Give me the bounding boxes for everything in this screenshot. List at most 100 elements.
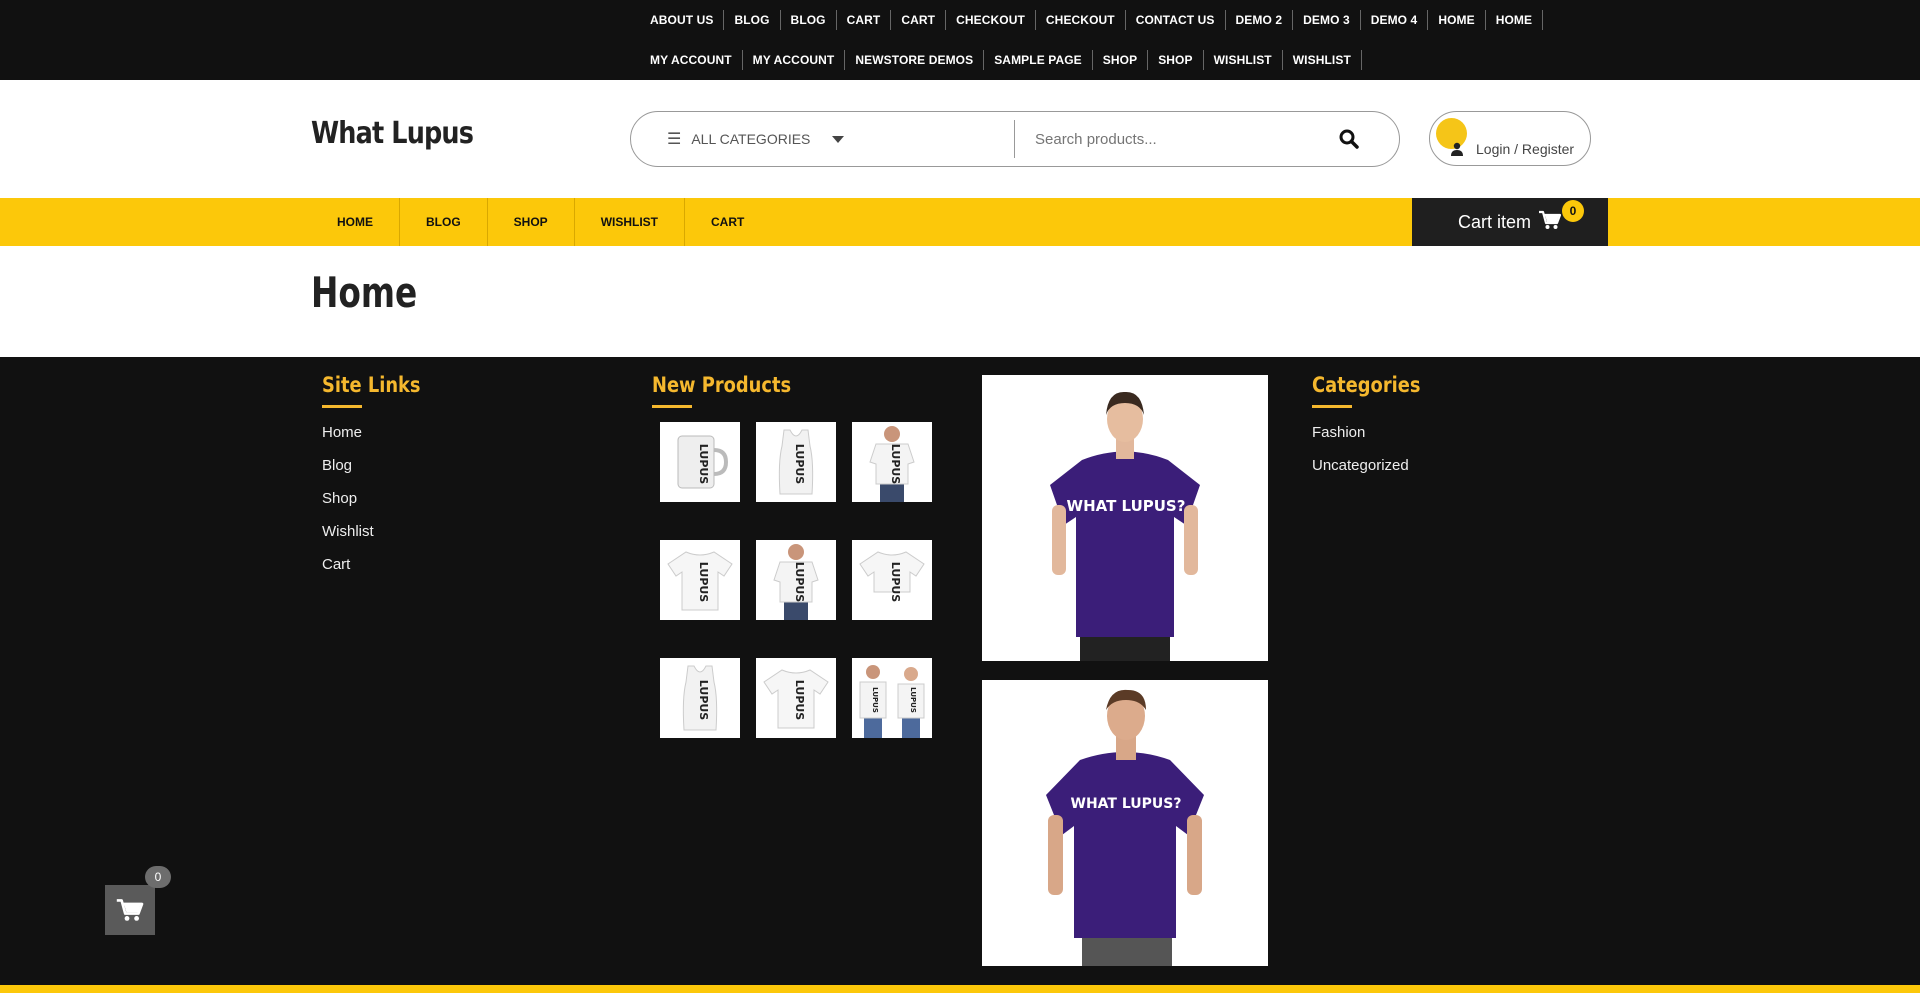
product-thumbnail[interactable]: LUPUS (756, 540, 836, 620)
top-menu-link[interactable]: DEMO 2 (1226, 10, 1294, 30)
heading-underline (322, 405, 362, 408)
category-select[interactable]: ☰ ALL CATEGORIES (631, 120, 1015, 158)
thumbnail-print-text: LUPUS (889, 562, 902, 603)
top-menu-link[interactable]: NEWSTORE DEMOS (845, 50, 985, 70)
heading-underline (652, 405, 692, 408)
top-menu-link[interactable]: ABOUT US (640, 10, 725, 30)
product-thumbnail[interactable]: LUPUS (756, 658, 836, 738)
main-menu-item: HOME (311, 198, 400, 246)
main-menu-link[interactable]: BLOG (400, 215, 487, 229)
product-thumbnail[interactable]: LUPUS (660, 540, 740, 620)
top-menu-link[interactable]: DEMO 4 (1361, 10, 1429, 30)
site-link-link[interactable]: Wishlist (322, 523, 374, 540)
category-link[interactable]: Fashion (1312, 424, 1365, 441)
top-menu-link[interactable]: HOME (1486, 10, 1544, 30)
category-link[interactable]: Uncategorized (1312, 457, 1409, 474)
featured-product-image-woman[interactable]: WHAT LUPUS? (982, 375, 1268, 661)
main-menu-item: WISHLIST (575, 198, 686, 246)
login-register-label: Login / Register (1476, 141, 1575, 157)
top-menu-link[interactable]: SAMPLE PAGE (984, 50, 1093, 70)
main-menu-item: BLOG (400, 198, 488, 246)
top-menu-link[interactable]: BLOG (724, 10, 781, 30)
site-link-link[interactable]: Shop (322, 490, 357, 507)
site-link-item: Wishlist (322, 523, 438, 556)
site-link-link[interactable]: Home (322, 424, 362, 441)
category-select-label: ALL CATEGORIES (691, 131, 811, 147)
product-thumbnail[interactable]: LUPUS (660, 658, 740, 738)
product-crop-image: LUPUS (859, 551, 925, 603)
new-products-heading: New Products (652, 373, 792, 397)
top-menu-item: SHOP (1093, 40, 1149, 80)
top-menu-link[interactable]: CART (891, 10, 947, 30)
cart-button[interactable]: Cart item 0 (1412, 198, 1608, 246)
site-link-link[interactable]: Blog (322, 457, 352, 474)
search-button[interactable] (1319, 119, 1379, 159)
top-menu-link[interactable]: SHOP (1148, 50, 1204, 70)
shopping-cart-icon (1539, 210, 1562, 229)
top-menu-link[interactable]: MY ACCOUNT (640, 50, 743, 70)
top-menu-item: BLOG (724, 0, 781, 40)
top-menu-link[interactable]: SHOP (1093, 50, 1149, 70)
site-logo[interactable]: What Lupus (311, 116, 474, 151)
product-tank-image: LUPUS (682, 665, 718, 731)
main-menu-link[interactable]: WISHLIST (575, 215, 684, 229)
top-menu-item: DEMO 3 (1293, 0, 1361, 40)
main-menu-link[interactable]: HOME (311, 215, 399, 229)
top-bar: ABOUT US BLOG BLOG CART CART CHECKOUT CHECKOUT… (0, 0, 1920, 80)
site-link-item: Cart (322, 556, 438, 589)
footer-site-links: Site Links Home Blog Shop Wishlist Cart (322, 373, 438, 589)
footer: Site Links Home Blog Shop Wishlist Cart New … (0, 357, 1920, 985)
top-menu-item: BLOG (781, 0, 837, 40)
footer-bottom-strip (0, 985, 1920, 993)
product-thumbnail[interactable]: LUPUS (756, 422, 836, 502)
login-register-button[interactable]: Login / Register (1429, 111, 1591, 166)
heading-underline (1312, 405, 1352, 408)
top-menu-link[interactable]: CART (837, 10, 892, 30)
top-menu-item: CONTACT US (1126, 0, 1226, 40)
product-thumbnail[interactable]: LUPUS (852, 422, 932, 502)
featured-shirt-text-1: WHAT LUPUS? (1067, 497, 1186, 515)
top-menu-link[interactable]: DEMO 3 (1293, 10, 1361, 30)
site-links-heading: Site Links (322, 373, 421, 397)
top-navigation: ABOUT US BLOG BLOG CART CART CHECKOUT CHECKOUT… (640, 0, 1600, 80)
site-link-link[interactable]: Cart (322, 556, 350, 573)
top-menu-link[interactable]: WISHLIST (1204, 50, 1283, 70)
product-thumbnail[interactable]: LUPUS (852, 540, 932, 620)
product-tee-image: LUPUS (763, 669, 829, 729)
top-menu-item: SAMPLE PAGE (984, 40, 1093, 80)
category-item: Uncategorized (1312, 457, 1440, 490)
new-products-grid: LUPUS LUPUS LUPUS LUPUS LUPUS LUPUS LUPUS LUPUS… (660, 422, 932, 738)
top-menu-link[interactable]: WISHLIST (1283, 50, 1362, 70)
top-menu-item: CART (837, 0, 892, 40)
search-input[interactable] (1015, 120, 1319, 158)
thumbnail-print-text: LUPUS (889, 444, 902, 485)
top-menu-list: ABOUT US BLOG BLOG CART CART CHECKOUT CHECKOUT… (640, 0, 1600, 80)
top-menu-item: CHECKOUT (946, 0, 1036, 40)
top-menu-link[interactable]: MY ACCOUNT (743, 50, 846, 70)
top-menu-link[interactable]: CONTACT US (1126, 10, 1226, 30)
top-menu-link[interactable]: CHECKOUT (946, 10, 1036, 30)
thumbnail-print-text: LUPUS (697, 680, 710, 721)
site-link-item: Blog (322, 457, 438, 490)
product-tee-image: LUPUS (667, 551, 733, 611)
caret-down-icon (832, 135, 845, 143)
search-form: ☰ ALL CATEGORIES (630, 111, 1400, 167)
page-title: Home (311, 268, 418, 317)
top-menu-link[interactable]: CHECKOUT (1036, 10, 1126, 30)
product-thumbnail[interactable]: LUPUS (660, 422, 740, 502)
top-menu-link[interactable]: BLOG (781, 10, 837, 30)
thumbnail-print-text: LUPUS (871, 687, 879, 713)
top-menu-link[interactable]: HOME (1428, 10, 1486, 30)
product-tank-image: LUPUS (778, 429, 814, 495)
main-menu-link[interactable]: SHOP (488, 215, 574, 229)
floating-cart-button[interactable] (105, 885, 155, 935)
product-thumbnail[interactable]: LUPUS LUPUS (852, 658, 932, 738)
search-icon (1339, 129, 1359, 149)
thumbnail-print-text: LUPUS (793, 680, 806, 721)
man-tshirt-image: WHAT LUPUS? (982, 680, 1268, 966)
featured-product-image-man[interactable]: WHAT LUPUS? (982, 680, 1268, 966)
main-menu-link[interactable]: CART (685, 215, 770, 229)
top-menu-item: NEWSTORE DEMOS (845, 40, 985, 80)
categories-heading: Categories (1312, 373, 1421, 397)
cart-count-badge: 0 (1562, 199, 1585, 222)
